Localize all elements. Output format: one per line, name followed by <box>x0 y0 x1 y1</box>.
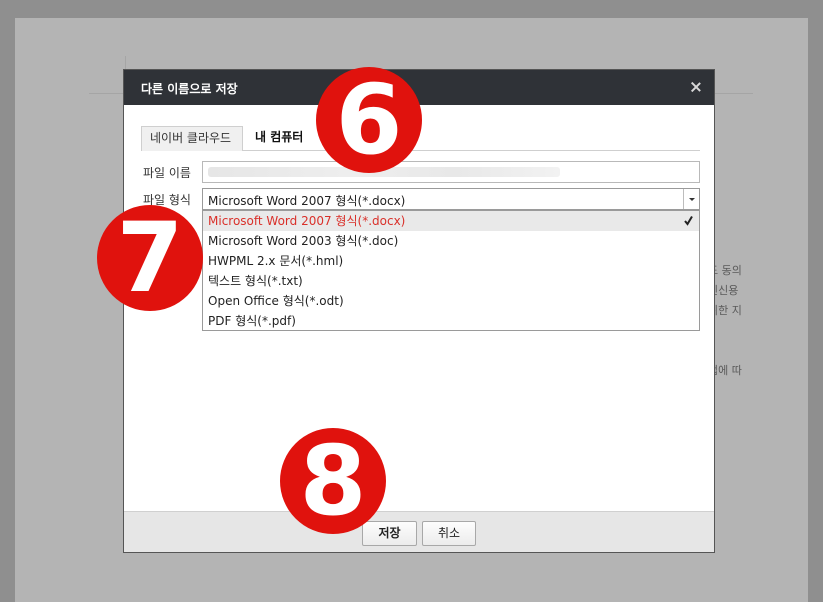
chevron-down-icon[interactable] <box>683 189 699 209</box>
option-label: Microsoft Word 2003 형식(*.doc) <box>208 234 399 248</box>
option-label: PDF 형식(*.pdf) <box>208 314 296 328</box>
save-button[interactable]: 저장 <box>362 521 417 546</box>
filetype-option-hml[interactable]: HWPML 2.x 문서(*.hml) <box>203 251 699 271</box>
filename-input[interactable] <box>202 161 700 183</box>
filetype-option-odt[interactable]: Open Office 형식(*.odt) <box>203 291 699 311</box>
filetype-selected-value: Microsoft Word 2007 형식(*.docx) <box>208 194 406 208</box>
filetype-option-docx[interactable]: Microsoft Word 2007 형식(*.docx) <box>203 211 699 231</box>
step-badge-6: 6 <box>316 67 422 173</box>
filetype-select[interactable]: Microsoft Word 2007 형식(*.docx) <box>202 188 700 210</box>
option-label: 텍스트 형식(*.txt) <box>208 274 303 288</box>
filetype-option-txt[interactable]: 텍스트 형식(*.txt) <box>203 271 699 291</box>
tab-my-computer[interactable]: 내 컴퓨터 <box>247 126 311 151</box>
option-label: Open Office 형식(*.odt) <box>208 294 344 308</box>
step-badge-8: 8 <box>280 428 386 534</box>
check-icon <box>684 215 693 226</box>
option-label: Microsoft Word 2007 형식(*.docx) <box>208 214 406 228</box>
filename-label: 파일 이름 <box>143 166 191 180</box>
dialog-title: 다른 이름으로 저장 <box>141 82 238 96</box>
tab-naver-cloud[interactable]: 네이버 클라우드 <box>141 126 243 151</box>
close-icon[interactable] <box>688 79 704 95</box>
step-badge-7: 7 <box>97 205 203 311</box>
filetype-option-pdf[interactable]: PDF 형식(*.pdf) <box>203 311 699 331</box>
filetype-dropdown-list: Microsoft Word 2007 형식(*.docx) Microsoft… <box>202 210 700 331</box>
save-as-dialog: 다른 이름으로 저장 네이버 클라우드 내 컴퓨터 파일 이름 파일 형식 Mi… <box>123 69 715 553</box>
filetype-option-doc[interactable]: Microsoft Word 2003 형식(*.doc) <box>203 231 699 251</box>
cancel-button[interactable]: 취소 <box>422 521 476 546</box>
option-label: HWPML 2.x 문서(*.hml) <box>208 254 344 268</box>
dialog-footer: 저장 취소 <box>124 511 714 552</box>
dialog-header: 다른 이름으로 저장 <box>124 70 714 105</box>
